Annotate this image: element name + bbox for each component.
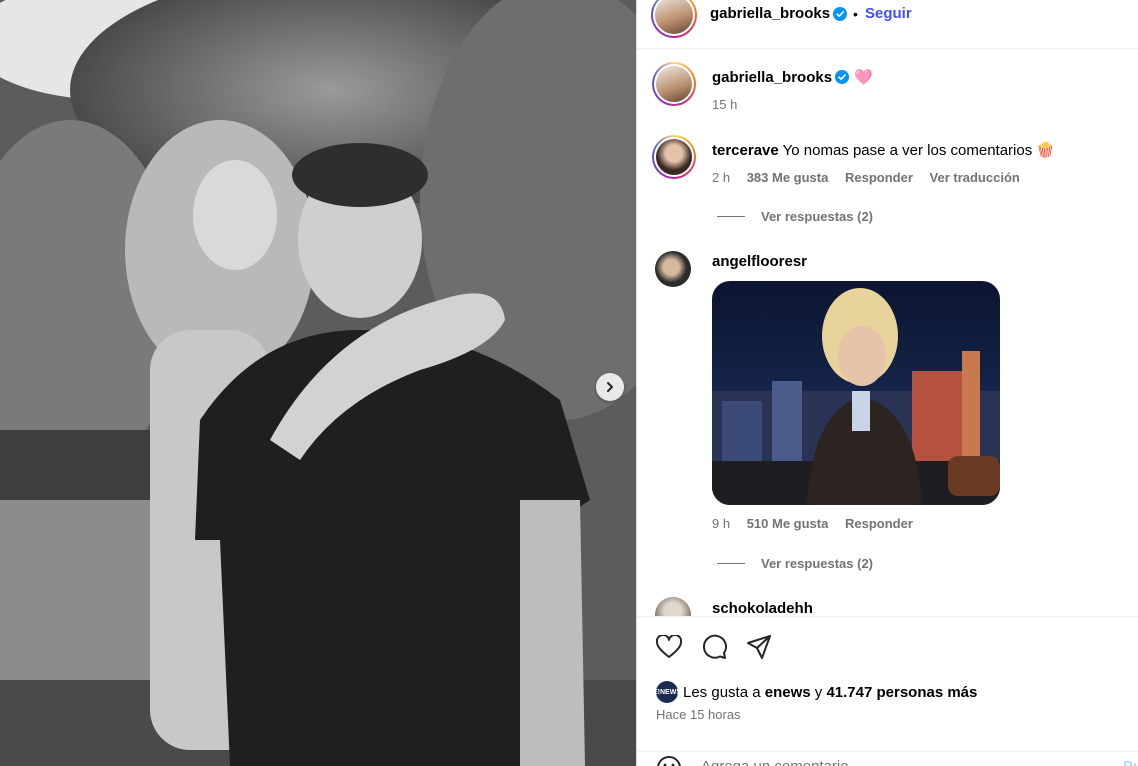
gif-image xyxy=(712,288,1000,505)
header-separator: • xyxy=(853,6,858,22)
comment-body: tercerave Yo nomas pase a ver los coment… xyxy=(712,141,1055,159)
likes-count[interactable]: 41.747 personas más xyxy=(826,684,977,701)
verified-icon xyxy=(835,70,849,84)
view-replies-label: Ver respuestas (2) xyxy=(761,556,874,571)
author-avatar[interactable] xyxy=(651,0,697,38)
emoji-icon[interactable] xyxy=(656,755,682,766)
likes-summary: E!NEWS Les gusta a enews y 41.747 person… xyxy=(653,681,977,703)
next-photo-button[interactable] xyxy=(596,373,624,401)
view-replies-label: Ver respuestas (2) xyxy=(761,209,874,224)
liker-avatar[interactable]: E!NEWS xyxy=(653,681,681,703)
follow-button[interactable]: Seguir xyxy=(865,5,912,22)
comment-meta: 2 h 383 Me gusta Responder Ver traducció… xyxy=(712,170,1033,185)
caption-text: 🩷 xyxy=(854,69,873,86)
post-time[interactable]: Hace 15 horas xyxy=(656,707,741,722)
reply-button[interactable]: Responder xyxy=(845,170,913,185)
comment-meta: 9 h 510 Me gusta Responder xyxy=(712,516,926,531)
caption-avatar[interactable] xyxy=(652,62,696,106)
comment-body: angelflooresr xyxy=(712,253,807,270)
comment-avatar[interactable] xyxy=(652,135,696,179)
author-username[interactable]: gabriella_brooks xyxy=(710,5,830,22)
comments-list[interactable]: gabriella_brooks 🩷 15 h tercerave Yo nom… xyxy=(637,49,1138,616)
comment-likes[interactable]: 383 Me gusta xyxy=(747,170,829,185)
add-comment-bar: Publicar xyxy=(637,751,1138,766)
comment-body: schokoladehh xyxy=(712,600,813,616)
caption-time: 15 h xyxy=(712,97,738,112)
comment-username[interactable]: angelflooresr xyxy=(712,253,807,270)
liker-username[interactable]: enews xyxy=(765,684,811,701)
post-header: gabriella_brooks • Seguir xyxy=(637,0,1138,49)
share-icon xyxy=(747,635,771,659)
chevron-right-icon xyxy=(607,382,613,392)
reply-button[interactable]: Responder xyxy=(845,516,913,531)
post-photo-image xyxy=(0,0,636,766)
like-button[interactable] xyxy=(655,633,683,661)
view-replies-button[interactable]: Ver respuestas (2) xyxy=(717,209,873,224)
comment-time: 9 h xyxy=(712,516,731,531)
comment-text: Yo nomas pase a ver los comentarios 🍿 xyxy=(782,142,1056,159)
comment-icon xyxy=(703,634,727,659)
comment-likes[interactable]: 510 Me gusta xyxy=(747,516,829,531)
replies-divider xyxy=(717,563,745,564)
post-actions: E!NEWS Les gusta a enews y 41.747 person… xyxy=(637,616,1138,766)
post-sidebar: gabriella_brooks • Seguir gabriella_broo… xyxy=(636,0,1138,766)
likes-connector: y xyxy=(814,683,823,701)
comment-username[interactable]: tercerave xyxy=(712,142,779,159)
comment-gif[interactable] xyxy=(712,281,1000,505)
comment-time: 2 h xyxy=(712,170,731,185)
comment-avatar[interactable] xyxy=(655,251,691,287)
likes-prefix: Les gusta a xyxy=(683,683,761,701)
comment-avatar[interactable] xyxy=(655,597,691,616)
caption-username[interactable]: gabriella_brooks xyxy=(712,69,832,86)
share-button[interactable] xyxy=(745,633,773,661)
translate-button[interactable]: Ver traducción xyxy=(930,170,1020,185)
post-comment-button[interactable]: Publicar xyxy=(1123,758,1138,766)
post-photo xyxy=(0,0,636,766)
comment-button[interactable] xyxy=(700,633,728,661)
comment-input[interactable] xyxy=(701,758,1101,766)
verified-icon xyxy=(833,7,847,21)
replies-divider xyxy=(717,216,745,217)
comment-username[interactable]: schokoladehh xyxy=(712,600,813,616)
heart-icon xyxy=(656,635,682,658)
view-replies-button[interactable]: Ver respuestas (2) xyxy=(717,556,873,571)
